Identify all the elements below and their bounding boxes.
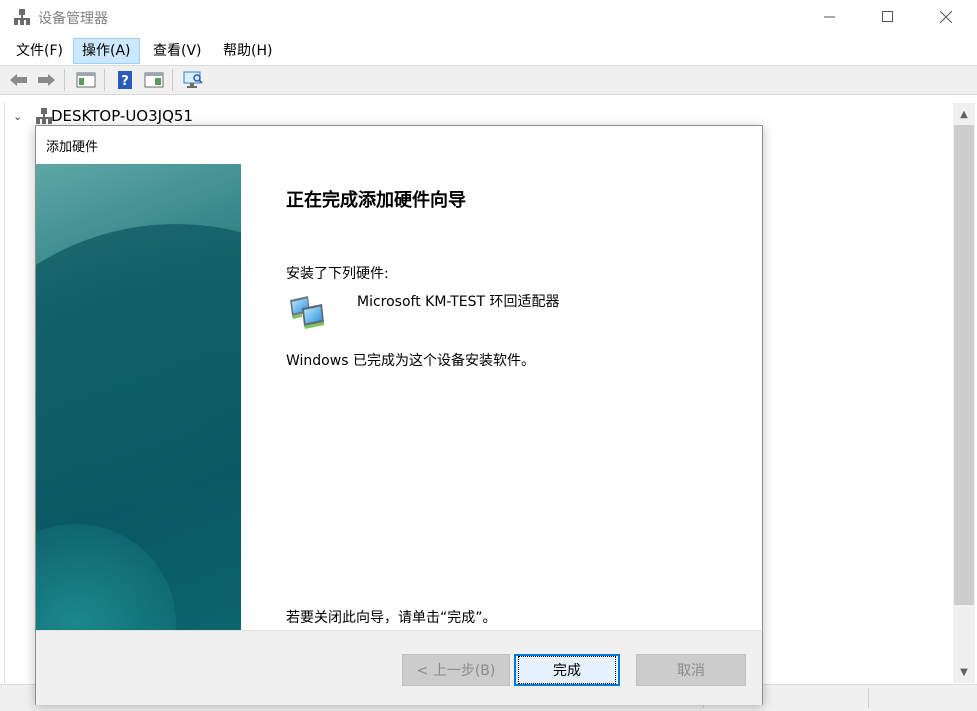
add-hardware-dialog: 添加硬件 正在完成添加硬件向导 安装了下列硬件: Microsoft KM-TE…: [35, 125, 763, 705]
chevron-down-icon[interactable]: ⌄: [13, 110, 27, 123]
network-adapter-icon: [290, 296, 324, 329]
menu-view[interactable]: 查看(V): [145, 38, 210, 64]
show-hide-tree-button[interactable]: [75, 69, 97, 91]
help-icon: ?: [118, 71, 132, 89]
wizard-banner: [36, 164, 241, 630]
device-manager-icon: [14, 9, 30, 25]
scroll-down-icon[interactable]: ▼: [953, 661, 975, 683]
menu-file[interactable]: 文件(F): [8, 38, 71, 64]
show-hide-console-tree-icon: [76, 72, 96, 88]
hardware-name: Microsoft KM-TEST 环回适配器: [357, 294, 560, 310]
menu-help[interactable]: 帮助(H): [215, 38, 280, 64]
window-title: 设备管理器: [38, 11, 108, 27]
toolbar-separator: [64, 69, 65, 91]
close-icon: [940, 11, 952, 23]
forward-button[interactable]: [35, 69, 57, 91]
close-hint: 若要关闭此向导，请单击“完成”。: [286, 610, 497, 626]
installed-label: 安装了下列硬件:: [286, 266, 389, 282]
close-button[interactable]: [917, 0, 975, 34]
toolbar-separator: [104, 69, 105, 91]
svg-text:?: ?: [121, 74, 129, 89]
tree-root-node[interactable]: ⌄ DESKTOP-UO3JQ51: [13, 106, 193, 126]
menu-bar: 文件(F) 操作(A) 查看(V) 帮助(H): [0, 36, 977, 66]
scroll-up-icon[interactable]: ▲: [953, 103, 975, 125]
wizard-heading: 正在完成添加硬件向导: [286, 190, 466, 211]
scrollbar-thumb[interactable]: [954, 125, 974, 605]
minimize-button[interactable]: [801, 0, 859, 34]
maximize-button[interactable]: [859, 0, 917, 34]
back-step-button[interactable]: < 上一步(B): [402, 654, 510, 686]
tree-root-label: DESKTOP-UO3JQ51: [51, 107, 193, 125]
menu-action[interactable]: 操作(A): [73, 38, 140, 64]
toolbar-separator: [172, 69, 173, 91]
dialog-title: 添加硬件: [46, 140, 99, 155]
computer-icon: [36, 108, 52, 124]
status-divider: [868, 688, 869, 708]
cancel-button[interactable]: 取消: [636, 654, 746, 686]
toolbar: ?: [0, 66, 977, 95]
scan-hardware-button[interactable]: [182, 69, 204, 91]
back-button[interactable]: [8, 69, 30, 91]
properties-button[interactable]: [143, 69, 165, 91]
window-titlebar: 设备管理器: [0, 0, 977, 34]
done-message: Windows 已完成为这个设备安装软件。: [286, 353, 535, 369]
wizard-content: 正在完成添加硬件向导 安装了下列硬件: Microsoft KM-TEST 环回…: [241, 164, 762, 630]
wizard-footer: < 上一步(B) 完成 取消: [36, 630, 762, 705]
minimize-icon: [824, 16, 835, 18]
scan-hardware-icon: [183, 71, 203, 88]
finish-button[interactable]: 完成: [514, 654, 620, 686]
help-button[interactable]: ?: [114, 69, 136, 91]
finish-button-label: 完成: [518, 656, 616, 684]
maximize-icon: [882, 11, 893, 22]
forward-arrow-icon: [38, 74, 55, 86]
vertical-scrollbar[interactable]: ▲ ▼: [953, 103, 975, 683]
properties-icon: [144, 72, 164, 88]
back-arrow-icon: [10, 74, 27, 86]
